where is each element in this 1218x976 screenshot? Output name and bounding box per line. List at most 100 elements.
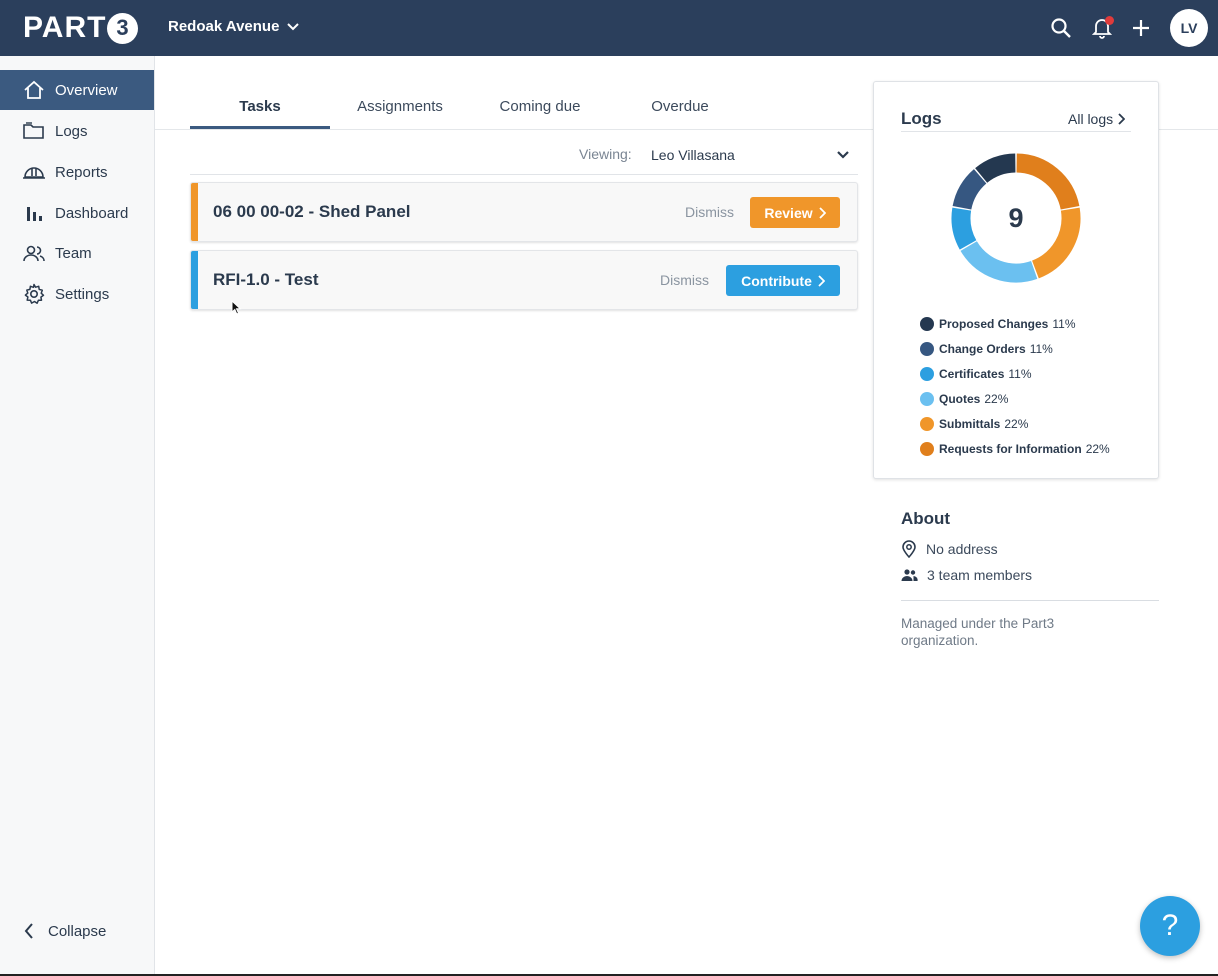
- chevron-down-icon: [287, 22, 300, 30]
- hardhat-icon: [22, 160, 46, 184]
- task-status-bar: [191, 183, 198, 241]
- collapse-button[interactable]: Collapse: [24, 922, 106, 940]
- logs-title: Logs: [901, 109, 942, 128]
- help-button[interactable]: ?: [1140, 896, 1200, 956]
- about-title: About: [901, 509, 951, 528]
- legend-percent: 11%: [1052, 316, 1076, 331]
- sidebar-item-label: Logs: [55, 122, 88, 140]
- legend-percent: 22%: [1004, 416, 1029, 431]
- dismiss-button[interactable]: Dismiss: [660, 272, 709, 288]
- tab-overdue[interactable]: Overdue: [610, 86, 750, 129]
- chevron-left-icon: [24, 923, 33, 939]
- logs-total: 9: [1008, 203, 1023, 233]
- legend-name: Proposed Changes: [939, 316, 1049, 331]
- legend-dot: [920, 366, 934, 381]
- legend-item: Certificates 11%: [920, 361, 1110, 386]
- sidebar-item-label: Team: [55, 244, 92, 262]
- legend-name: Submittals: [939, 416, 1001, 431]
- review-button[interactable]: Review: [750, 197, 840, 228]
- sidebar-item-dashboard[interactable]: Dashboard: [0, 193, 154, 233]
- about-address: No address: [901, 540, 998, 558]
- top-bar: PART 3 Redoak Avenue LV: [0, 0, 1218, 56]
- legend-percent: 11%: [1008, 366, 1032, 381]
- donut-slice: [975, 153, 1016, 184]
- task-card[interactable]: RFI-1.0 - Test Dismiss Contribute: [190, 250, 858, 310]
- part3-logo[interactable]: PART 3: [23, 11, 139, 45]
- team-icon: [901, 569, 918, 581]
- tab-coming-due[interactable]: Coming due: [470, 86, 610, 129]
- legend-item: Requests for Information 22%: [920, 436, 1110, 461]
- legend-percent: 22%: [984, 391, 1009, 406]
- logs-card: Logs All logs 9 Proposed Changes 11% Chang…: [873, 81, 1159, 479]
- legend-dot: [920, 391, 934, 406]
- viewing-value: Leo Villasana: [651, 147, 735, 163]
- all-logs-label: All logs: [1068, 111, 1114, 127]
- legend-percent: 22%: [1085, 441, 1110, 456]
- all-logs-link[interactable]: All logs: [1068, 111, 1126, 127]
- gear-icon: [22, 282, 46, 306]
- donut-slice: [952, 169, 987, 211]
- contribute-button[interactable]: Contribute: [726, 265, 840, 296]
- viewing-filter: Viewing: Leo Villasana: [190, 140, 858, 175]
- contribute-button-label: Contribute: [741, 272, 812, 289]
- task-status-bar: [191, 251, 198, 309]
- project-selector[interactable]: Redoak Avenue: [168, 18, 300, 35]
- logs-donut-chart: 9: [951, 153, 1081, 283]
- sidebar-item-overview[interactable]: Overview: [0, 70, 154, 110]
- folder-icon: [22, 119, 46, 143]
- legend-item: Submittals 22%: [920, 411, 1110, 436]
- about-team: 3 team members: [901, 567, 1032, 583]
- sidebar-item-reports[interactable]: Reports: [0, 152, 154, 192]
- dismiss-button[interactable]: Dismiss: [685, 204, 734, 220]
- task-title: RFI-1.0 - Test: [213, 270, 319, 289]
- mouse-cursor-icon: [231, 300, 242, 315]
- legend-name: Change Orders: [939, 341, 1026, 356]
- legend-dot: [920, 341, 934, 356]
- viewing-select[interactable]: Leo Villasana: [642, 140, 858, 170]
- notification-badge: [1105, 16, 1114, 25]
- legend-dot: [920, 416, 934, 431]
- legend-item: Quotes 22%: [920, 386, 1110, 411]
- user-avatar[interactable]: LV: [1170, 9, 1208, 47]
- task-title: 06 00 00-02 - Shed Panel: [213, 202, 411, 221]
- chevron-down-icon: [837, 151, 849, 159]
- sidebar-item-label: Dashboard: [55, 204, 129, 222]
- chevron-right-icon: [818, 206, 826, 219]
- task-card[interactable]: 06 00 00-02 - Shed Panel Dismiss Review: [190, 182, 858, 242]
- sidebar-item-settings[interactable]: Settings: [0, 274, 154, 314]
- location-pin-icon: [902, 540, 916, 558]
- team-icon: [22, 241, 46, 265]
- notifications-button[interactable]: [1088, 14, 1116, 42]
- bar-chart-icon: [22, 201, 46, 225]
- address-text: No address: [926, 541, 998, 557]
- team-text: 3 team members: [927, 567, 1033, 583]
- add-button[interactable]: [1127, 14, 1155, 42]
- sidebar-item-label: Settings: [55, 285, 110, 303]
- tab-assignments[interactable]: Assignments: [330, 86, 470, 129]
- legend-name: Requests for Information: [939, 441, 1082, 456]
- viewing-label: Viewing:: [579, 146, 632, 162]
- donut-slice: [1016, 153, 1080, 210]
- about-note: Managed under the Part3 organization.: [901, 616, 1055, 648]
- legend-item: Change Orders 11%: [920, 336, 1110, 361]
- legend-name: Certificates: [939, 366, 1005, 381]
- legend-item: Proposed Changes 11%: [920, 311, 1110, 336]
- project-name: Redoak Avenue: [168, 18, 280, 35]
- sidebar: Overview Logs Reports Dashboard Team Set…: [0, 56, 155, 974]
- chevron-right-icon: [1118, 113, 1126, 125]
- sidebar-item-label: Overview: [55, 81, 118, 99]
- logs-legend: Proposed Changes 11% Change Orders 11% Certi…: [920, 311, 1110, 461]
- logs-divider: [901, 131, 1131, 132]
- legend-dot: [920, 441, 934, 456]
- sidebar-item-team[interactable]: Team: [0, 233, 154, 273]
- donut-slice: [1031, 207, 1081, 279]
- search-button[interactable]: [1047, 14, 1075, 42]
- collapse-label: Collapse: [48, 922, 107, 940]
- donut-slice: [960, 240, 1038, 283]
- task-tabs: Tasks Assignments Coming due Overdue: [190, 86, 870, 130]
- sidebar-item-logs[interactable]: Logs: [0, 111, 154, 151]
- legend-name: Quotes: [939, 391, 981, 406]
- donut-slice: [951, 207, 977, 250]
- plus-icon: [1133, 20, 1149, 36]
- tab-tasks[interactable]: Tasks: [190, 86, 330, 129]
